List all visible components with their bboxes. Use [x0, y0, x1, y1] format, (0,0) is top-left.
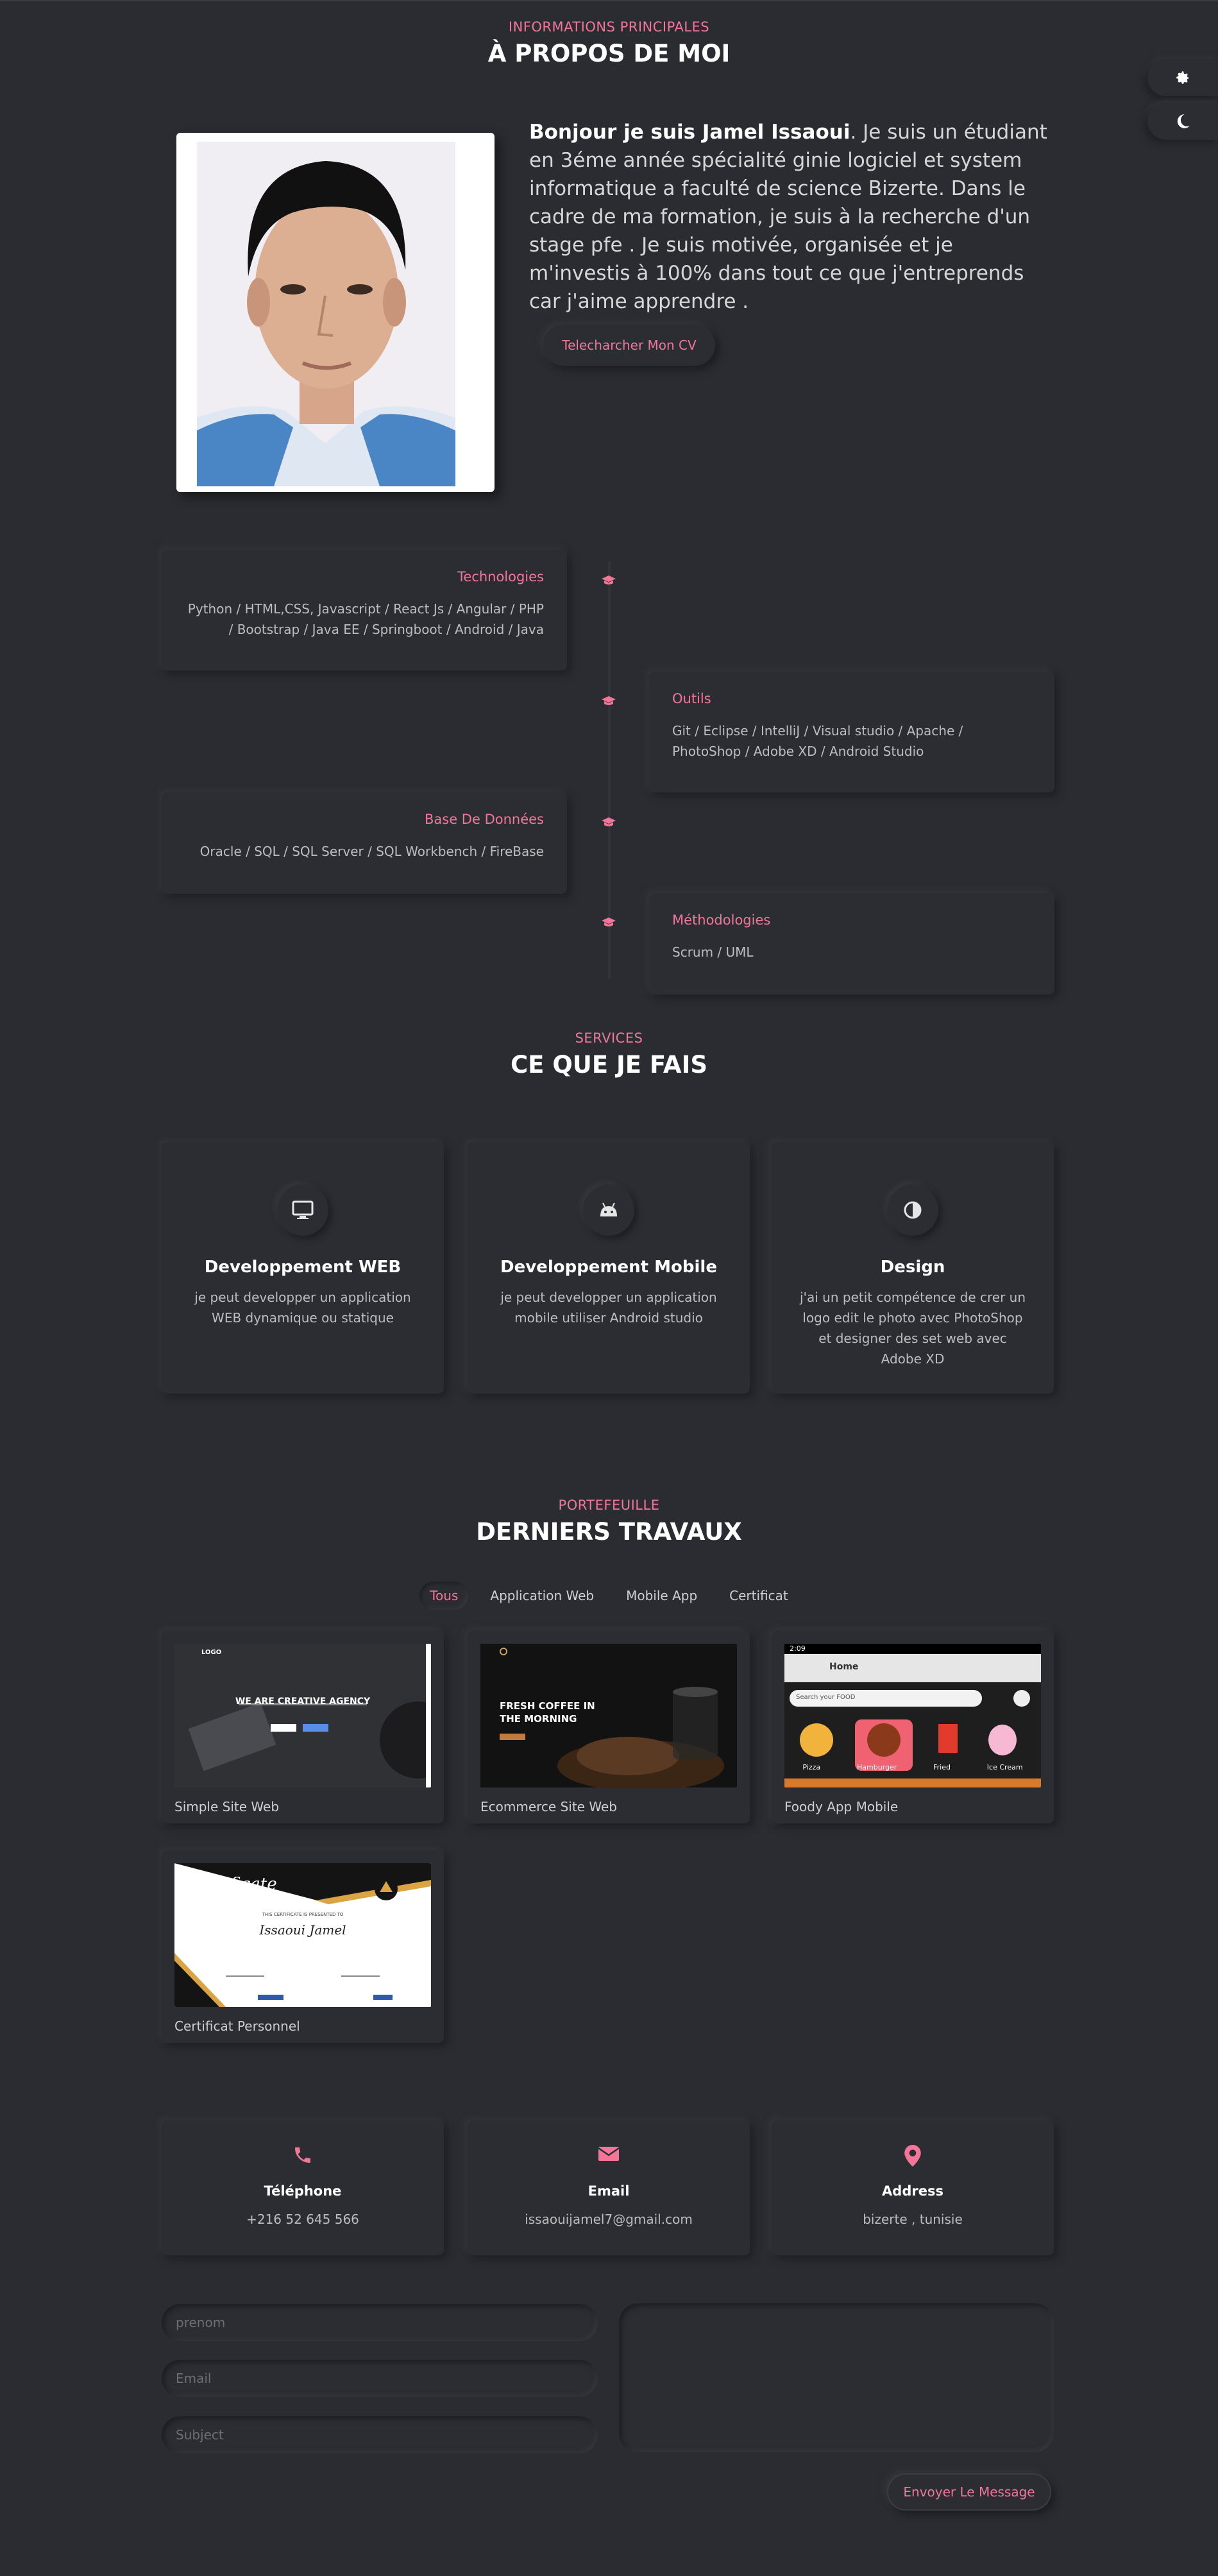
thumb-category: Fried	[933, 1763, 951, 1771]
filter-tous[interactable]: Tous	[419, 1582, 468, 1610]
skill-title: Méthodologies	[672, 912, 771, 928]
work-label: Ecommerce Site Web	[480, 1799, 617, 1814]
contact-title: Téléphone	[264, 2183, 342, 2199]
filter-certificat[interactable]: Certificat	[719, 1582, 799, 1610]
service-title: Design	[880, 1258, 945, 1277]
portfolio-subtitle: PORTEFEUILLE	[558, 1497, 660, 1513]
work-thumbnail: Certificate THIS CERTIFICATE IS PRESENTE…	[174, 1863, 431, 2007]
service-text: j'ai un petit compétence de crer un logo…	[799, 1290, 1026, 1367]
work-card-certificat[interactable]: Certificate THIS CERTIFICATE IS PRESENTE…	[162, 1850, 444, 2043]
filter-application-web[interactable]: Application Web	[480, 1582, 604, 1610]
monitor-icon	[277, 1184, 328, 1236]
service-text: je peut developper un application WEB dy…	[194, 1290, 411, 1326]
envelope-icon	[468, 2145, 750, 2163]
graduation-cap-icon	[601, 574, 616, 591]
contact-card-phone: Téléphone +216 52 645 566	[162, 2120, 444, 2255]
thumb-category: Pizza	[802, 1763, 821, 1771]
services-title: CE QUE JE FAIS	[511, 1051, 707, 1079]
thumb-category: Hamburger	[856, 1763, 897, 1771]
contact-value: +216 52 645 566	[246, 2212, 359, 2227]
graduation-cap-icon	[601, 916, 616, 933]
skill-title: Outils	[672, 691, 711, 706]
skill-text: Oracle / SQL / SQL Server / SQL Workbenc…	[199, 844, 544, 859]
thumb-logo: LOGO	[201, 1649, 222, 1656]
skill-card-base-de-donnees: Base De Données Oracle / SQL / SQL Serve…	[162, 792, 567, 894]
skill-card-outils: Outils Git / Eclipse / IntelliJ / Visual…	[649, 672, 1054, 792]
gear-icon	[1176, 71, 1189, 84]
service-title: Developpement WEB	[204, 1258, 402, 1277]
skill-title: Technologies	[457, 569, 544, 584]
theme-toggle-button[interactable]	[1147, 103, 1218, 140]
contrast-icon	[887, 1184, 938, 1236]
thumb-headline-line-2: THE MORNING	[500, 1713, 577, 1725]
send-message-button[interactable]: Envoyer Le Message	[887, 2473, 1051, 2511]
thumb-search: Search your FOOD	[796, 1694, 856, 1701]
skill-card-technologies: Technologies Python / HTML,CSS, Javascri…	[162, 550, 567, 670]
work-thumbnail: FRESH COFFEE IN THE MORNING	[480, 1644, 737, 1787]
filter-mobile-app[interactable]: Mobile App	[616, 1582, 707, 1610]
profile-photo	[176, 133, 495, 492]
work-card-ecommerce[interactable]: FRESH COFFEE IN THE MORNING Ecommerce Si…	[468, 1631, 750, 1823]
contact-title: Email	[588, 2183, 630, 2199]
skill-title: Base De Données	[425, 812, 544, 827]
skill-text: Git / Eclipse / IntelliJ / Visual studio…	[672, 723, 963, 759]
work-label: Certificat Personnel	[174, 2018, 300, 2034]
about-subtitle: INFORMATIONS PRINCIPALES	[508, 19, 710, 35]
top-border	[0, 0, 1218, 1]
android-icon	[583, 1184, 634, 1236]
work-thumbnail: LOGO WE ARE CREATIVE AGENCY	[174, 1644, 431, 1787]
thumb-headline-line-1: FRESH COFFEE IN	[500, 1700, 595, 1712]
thumb-heading: Certificate	[187, 1875, 277, 1894]
work-label: Simple Site Web	[174, 1799, 280, 1814]
thumb-bar-title: Home	[829, 1662, 859, 1672]
download-cv-button[interactable]: Telecharcher Mon CV	[543, 325, 715, 366]
thumb-line: THIS CERTIFICATE IS PRESENTED TO	[262, 1912, 344, 1917]
work-card-foody-app[interactable]: 2:09 Home Search your FOOD Pizza Hamburg…	[772, 1631, 1054, 1823]
thumb-time: 2:09	[790, 1644, 806, 1653]
skill-text: Scrum / UML	[672, 944, 754, 960]
work-label: Foody App Mobile	[784, 1799, 899, 1814]
services-subtitle: SERVICES	[575, 1030, 643, 1046]
service-title: Developpement Mobile	[500, 1258, 717, 1277]
phone-icon	[162, 2145, 444, 2165]
contact-value: bizerte , tunisie	[863, 2212, 963, 2227]
portfolio-title: DERNIERS TRAVAUX	[476, 1518, 742, 1546]
map-pin-icon	[772, 2145, 1054, 2167]
contact-title: Address	[882, 2183, 943, 2199]
service-text: je peut developper un application mobile…	[500, 1290, 717, 1326]
subject-input[interactable]	[162, 2416, 598, 2453]
first-name-input[interactable]	[162, 2304, 598, 2341]
moon-icon	[1177, 114, 1190, 128]
about-paragraph: Bonjour je suis Jamel Issaoui. Je suis u…	[529, 118, 1055, 316]
about-intro-text: . Je suis un étudiant en 3éme année spéc…	[529, 121, 1047, 313]
contact-value: issaouijamel7@gmail.com	[525, 2212, 693, 2227]
thumb-headline: WE ARE CREATIVE AGENCY	[235, 1696, 371, 1707]
portfolio-filters: Tous Application Web Mobile App Certific…	[0, 1582, 1218, 1610]
graduation-cap-icon	[601, 695, 616, 712]
graduation-cap-icon	[601, 816, 616, 833]
contact-card-email: Email issaouijamel7@gmail.com	[468, 2120, 750, 2255]
about-title: À PROPOS DE MOI	[487, 40, 731, 67]
work-thumbnail: 2:09 Home Search your FOOD Pizza Hamburg…	[784, 1644, 1041, 1787]
work-card-simple-site[interactable]: LOGO WE ARE CREATIVE AGENCY Simple Site …	[162, 1631, 444, 1823]
thumb-category: Ice Cream	[986, 1763, 1023, 1771]
email-input[interactable]	[162, 2360, 598, 2397]
service-card-design: Design j'ai un petit compétence de crer …	[772, 1142, 1054, 1394]
service-card-mobile: Developpement Mobile je peut developper …	[468, 1142, 750, 1394]
contact-card-address: Address bizerte , tunisie	[772, 2120, 1054, 2255]
message-textarea[interactable]	[619, 2303, 1054, 2452]
service-card-web: Developpement WEB je peut developper un …	[162, 1142, 444, 1394]
skill-text: Python / HTML,CSS, Javascript / React Js…	[187, 601, 544, 637]
thumb-recipient: Issaoui Jamel	[259, 1922, 346, 1938]
about-intro-name: Bonjour je suis Jamel Issaoui	[529, 121, 850, 144]
skill-card-methodologies: Méthodologies Scrum / UML	[649, 893, 1054, 994]
